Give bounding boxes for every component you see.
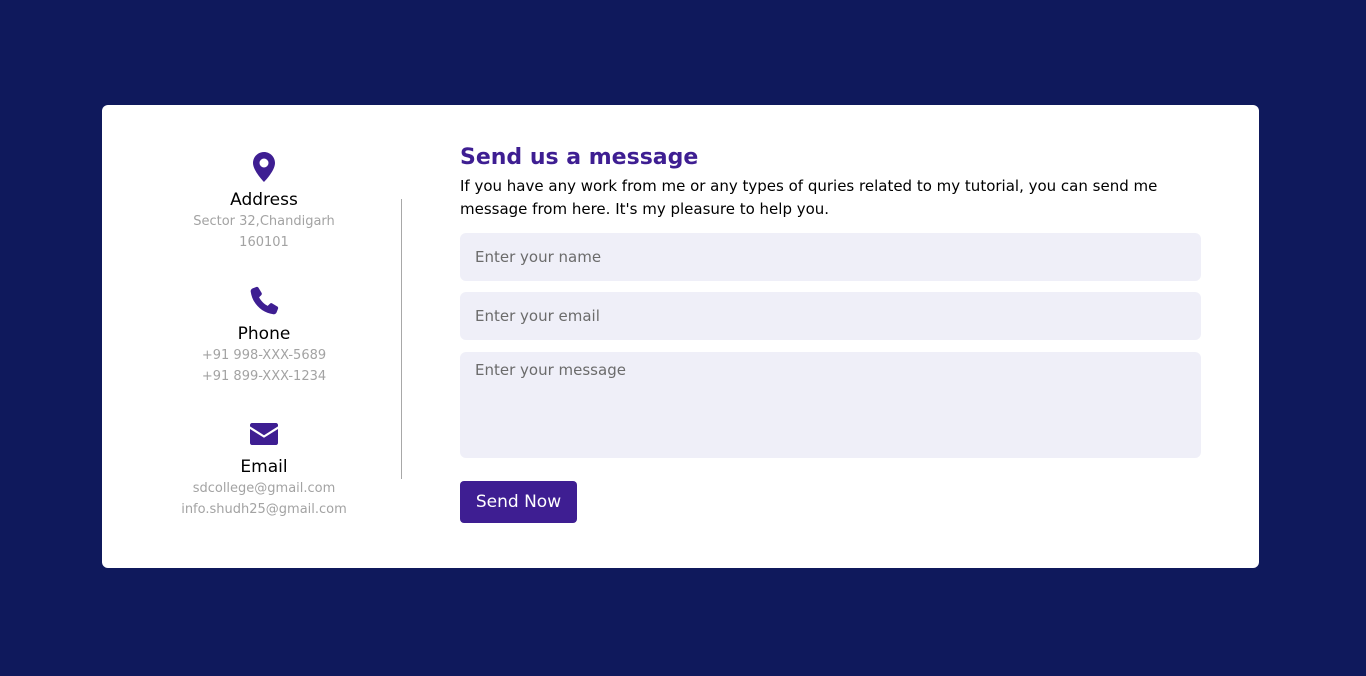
address-block: Address Sector 32,Chandigarh 160101 [102,151,426,253]
contact-details: Address Sector 32,Chandigarh 160101 Phon… [102,105,426,568]
email-line-2: info.shudh25@gmail.com [181,502,347,517]
phone-block: Phone +91 998-XXX-5689 +91 899-XXX-1234 [102,285,426,387]
email-block: Email sdcollege@gmail.com info.shudh25@g… [102,418,426,520]
phone-line-2: +91 899-XXX-1234 [201,369,327,384]
vertical-divider [401,199,402,479]
email-title: Email [240,457,288,477]
contact-card: Address Sector 32,Chandigarh 160101 Phon… [102,105,1259,568]
email-input[interactable] [460,292,1201,340]
phone-icon [250,286,279,315]
send-now-button[interactable]: Send Now [460,481,577,523]
email-line-1: sdcollege@gmail.com [192,481,336,496]
phone-line-1: +91 998-XXX-5689 [201,348,327,363]
map-pin-icon [253,152,275,182]
envelope-icon [250,423,278,445]
address-line-1: Sector 32,Chandigarh [193,214,335,229]
name-input[interactable] [460,233,1201,281]
address-line-2: 160101 [239,235,289,250]
address-title: Address [230,190,298,210]
form-description: If you have any work from me or any type… [460,177,1158,218]
form-title: Send us a message [460,145,699,170]
phone-title: Phone [237,324,291,344]
message-textarea[interactable] [460,352,1201,458]
